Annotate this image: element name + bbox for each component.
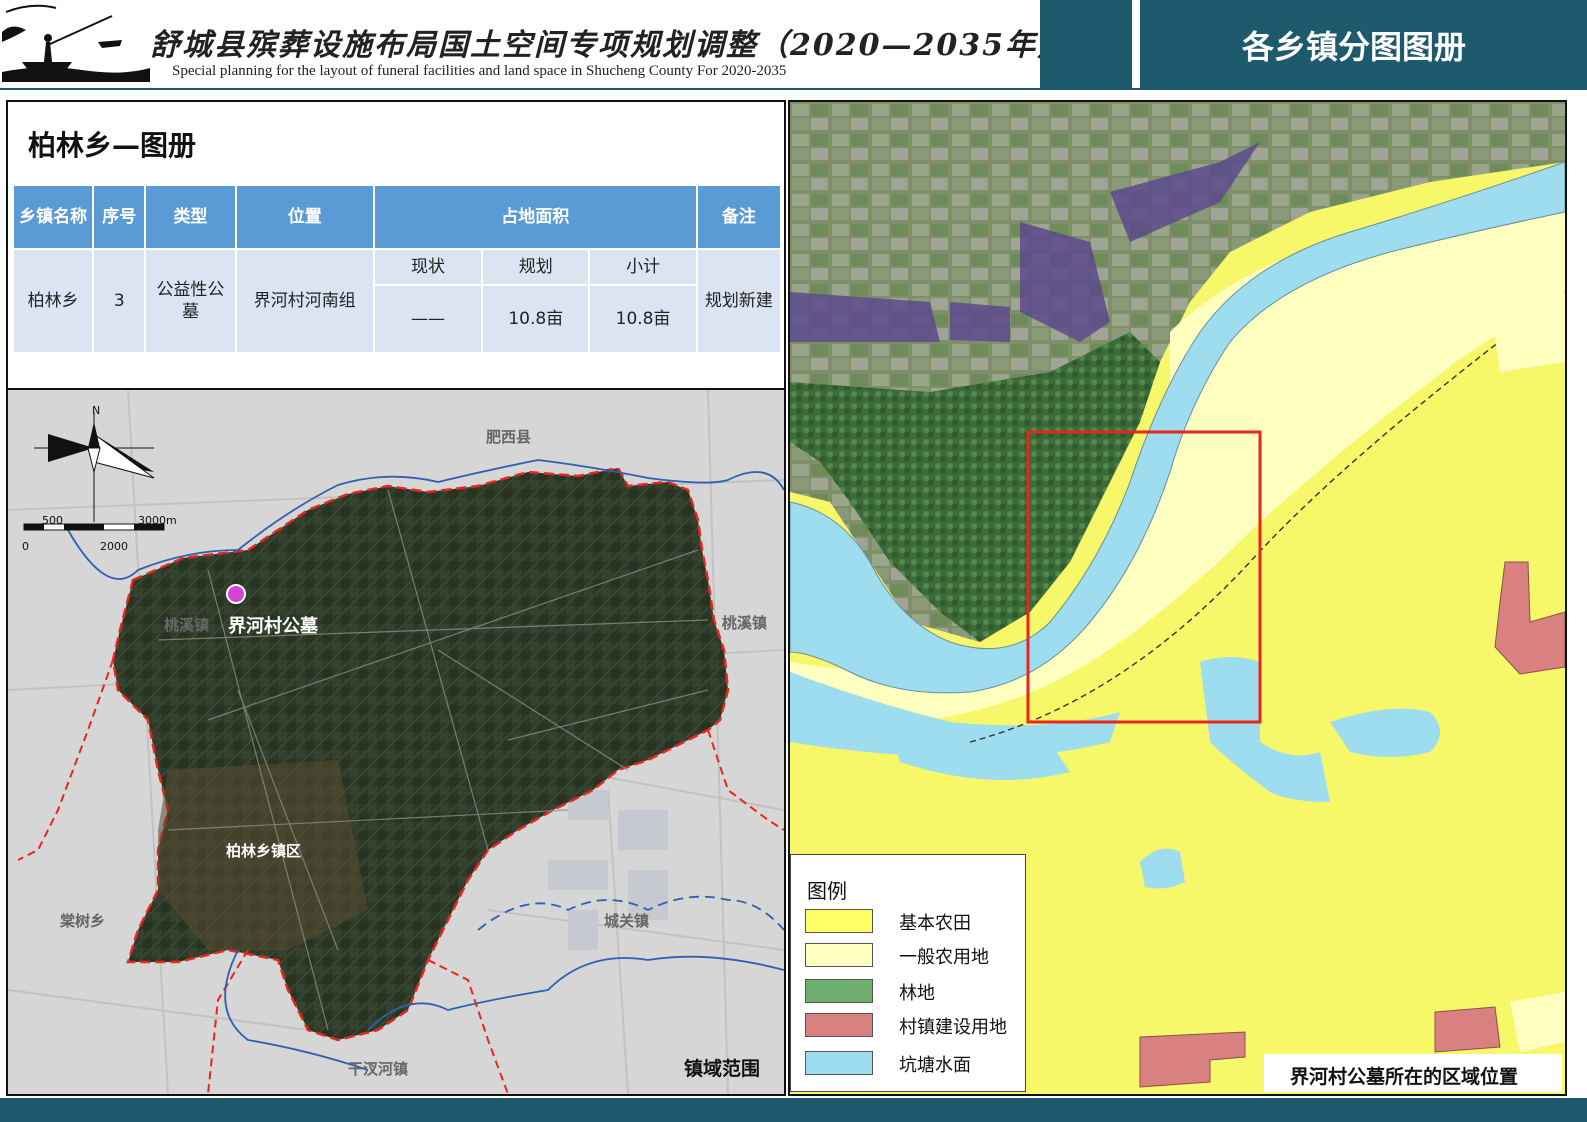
site-map[interactable]: 图例 基本农田 一般农用地 林地 村镇建设用地 坑塘水面 界河村公墓所在的区域位… (788, 100, 1567, 1096)
site-map-caption: 界河村公墓所在的区域位置 (1290, 1066, 1519, 1088)
map-label-cemetery: 界河村公墓 (228, 616, 318, 637)
panel-title: 柏林乡—图册 (28, 129, 197, 162)
fisherman-logo-icon (2, 4, 150, 82)
scale-label: 3000m (138, 514, 177, 527)
township-map[interactable]: N 500 3000m 0 2000 肥西县 桃溪镇 桃溪镇 界河村公墓 柏林乡… (6, 388, 786, 1096)
site-map-caption-box: 界河村公墓所在的区域位置 (1264, 1054, 1562, 1092)
legend-swatch (805, 979, 873, 1003)
header-town: 乡镇名称 (11, 184, 95, 250)
legend-label: 基本农田 (899, 913, 971, 934)
map-label-taoxi-west: 桃溪镇 (164, 616, 210, 634)
header-banner: 舒城县殡葬设施布局国土空间专项规划调整（2020—2035年） Special … (0, 0, 1067, 88)
cell-type: 公益性公墓 (144, 248, 237, 354)
legend-label: 村镇建设用地 (899, 1017, 1007, 1038)
page-subtitle: Special planning for the layout of funer… (172, 63, 787, 79)
header-seq: 序号 (92, 184, 147, 250)
cell-remark: 规划新建 (695, 248, 783, 354)
legend-title: 图例 (807, 879, 847, 903)
map-label-chengguan: 城关镇 (604, 912, 650, 930)
legend-item: 基本农田 (805, 907, 1015, 935)
legend-swatch (805, 943, 873, 967)
scale-label: 500 (42, 514, 63, 527)
legend-item: 林地 (805, 977, 1015, 1005)
cemetery-marker-icon[interactable] (226, 584, 246, 604)
cell-planned: 10.8亩 (481, 284, 591, 354)
subheader-current: 现状 (372, 248, 484, 286)
subheader-subtotal: 小计 (588, 248, 698, 286)
map-label-feixi: 肥西县 (486, 428, 532, 446)
page-title: 舒城县殡葬设施布局国土空间专项规划调整（2020—2035年） (150, 28, 1069, 63)
header-divider (0, 88, 1587, 90)
legend-item: 一般农用地 (805, 941, 1015, 969)
cell-location: 界河村河南组 (234, 248, 375, 354)
subheader-planned: 规划 (481, 248, 591, 286)
legend-panel: 图例 基本农田 一般农用地 林地 村镇建设用地 坑塘水面 (790, 854, 1026, 1092)
facility-table: 乡镇名称 序号 类型 位置 占地面积 备注 柏林乡 3 公益性公墓 界河村河南组… (11, 184, 783, 354)
legend-label: 林地 (899, 983, 935, 1004)
header-location: 位置 (234, 184, 375, 250)
header-type: 类型 (144, 184, 237, 250)
township-map-graphic (8, 390, 784, 1094)
cell-subtotal: 10.8亩 (588, 284, 698, 354)
map-label-ganwanhe: 干汊河镇 (348, 1060, 409, 1078)
map-scope-label: 镇域范围 (684, 1058, 761, 1080)
header-area: 占地面积 (372, 184, 698, 250)
atlas-title: 各乡镇分图图册 (1241, 28, 1466, 66)
cell-seq: 3 (92, 248, 147, 354)
table-header-row: 乡镇名称 序号 类型 位置 占地面积 备注 (11, 184, 783, 250)
legend-label: 一般农用地 (899, 947, 989, 968)
legend-swatch (805, 1051, 873, 1075)
legend-label: 坑塘水面 (899, 1055, 971, 1076)
legend-swatch (805, 909, 873, 933)
map-label-town-center: 柏林乡镇区 (226, 842, 302, 860)
info-panel: 柏林乡—图册 乡镇名称 序号 类型 位置 占地面积 备注 柏林乡 3 公益性公墓… (6, 100, 786, 390)
legend-item: 村镇建设用地 (805, 1011, 1015, 1039)
north-label: N (92, 404, 101, 417)
map-label-tangshu: 棠树乡 (60, 912, 106, 930)
map-label-taoxi-east: 桃溪镇 (722, 614, 768, 632)
header-accent (1040, 0, 1132, 88)
scale-label: 0 (22, 540, 29, 553)
legend-swatch (805, 1013, 873, 1037)
cell-town: 柏林乡 (11, 248, 95, 354)
footer-bar (0, 1098, 1587, 1122)
legend-item: 坑塘水面 (805, 1049, 1015, 1077)
header-remark: 备注 (695, 184, 783, 250)
cell-current: —— (372, 284, 484, 354)
table-row: 柏林乡 3 公益性公墓 界河村河南组 现状 规划 小计 规划新建 (11, 248, 783, 354)
scale-label: 2000 (100, 540, 128, 553)
